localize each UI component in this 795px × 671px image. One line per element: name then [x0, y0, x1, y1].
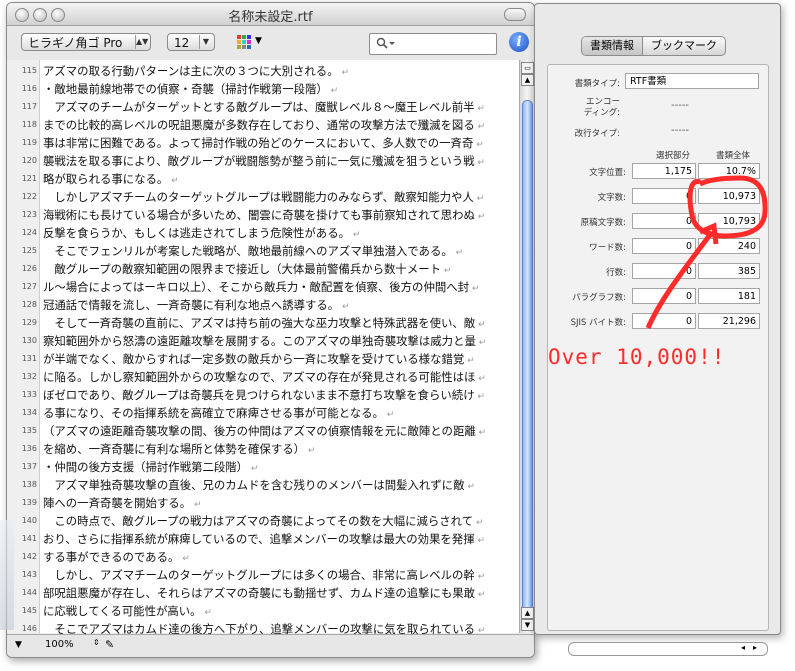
annotation-overlay [645, 175, 768, 330]
annotation-circle [687, 175, 768, 239]
annotation-arrow-shaft [645, 230, 715, 330]
annotation-text: Over 10,000!! [548, 345, 726, 369]
